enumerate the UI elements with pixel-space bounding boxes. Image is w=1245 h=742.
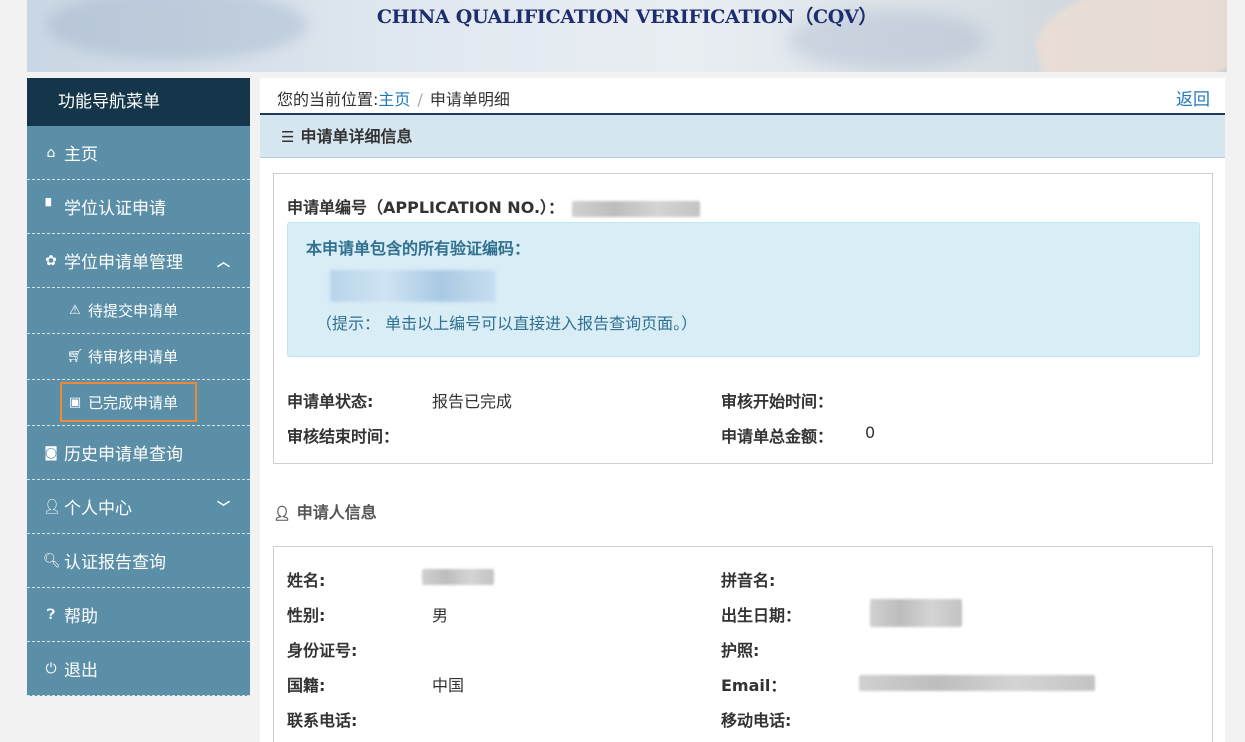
- power-icon: ⏻: [45, 660, 57, 677]
- active-highlight-box: [60, 382, 197, 422]
- name-redacted: [422, 569, 494, 585]
- phone-label: 联系电话:: [287, 711, 358, 730]
- sidebar-item-label: 认证报告查询: [64, 553, 166, 573]
- review-start-row: 审核开始时间：: [721, 388, 833, 412]
- sidebar-item-personal-center[interactable]: 👤︎ 个人中心 ﹀: [27, 480, 250, 534]
- sidebar-subitem-pending-submit[interactable]: ⚠ 待提交申请单: [27, 288, 250, 334]
- breadcrumb: 您的当前位置:主页 / 申请单明细: [260, 78, 1225, 115]
- gender-label: 性别:: [287, 606, 326, 625]
- total-amount-value: 0: [865, 423, 876, 442]
- file-icon: ▘: [45, 198, 57, 215]
- verification-codes-title: 本申请单包含的所有验证编码：: [306, 239, 531, 258]
- breadcrumb-current: 申请单明细: [429, 90, 510, 109]
- list-icon: ☰: [281, 128, 295, 146]
- sidebar-item-label: 学位申请单管理: [64, 253, 183, 273]
- sidebar-item-label: 学位认证申请: [64, 199, 166, 219]
- sidebar-item-report-query[interactable]: 🔍︎ 认证报告查询: [27, 534, 250, 588]
- cart-icon: 🛒︎: [66, 349, 84, 364]
- application-details-box: 申请单编号（APPLICATION NO.）： 本申请单包含的所有验证编码： （…: [273, 173, 1213, 464]
- breadcrumb-prefix: 您的当前位置:: [277, 90, 379, 109]
- user-icon: 👤︎: [43, 498, 61, 515]
- breadcrumb-home-link[interactable]: 主页: [378, 90, 410, 109]
- application-number-row: 申请单编号（APPLICATION NO.）：: [287, 194, 701, 218]
- status-value: 报告已完成: [432, 392, 513, 411]
- chevron-down-icon: ﹀: [216, 501, 230, 516]
- name-label: 姓名:: [287, 571, 326, 590]
- total-amount-row: 申请单总金额：: [721, 423, 833, 447]
- email-redacted: [859, 675, 1095, 691]
- sidebar-subitem-completed[interactable]: ▣ 已完成申请单: [27, 380, 250, 426]
- sidebar-item-label: 主页: [64, 145, 98, 165]
- review-end-row: 审核结束时间：: [287, 423, 399, 447]
- applicant-info-box: 姓名: 拼音名: 性别: 男 出生日期： 身份证号: 护照: 国籍: 中国 Em…: [273, 546, 1213, 742]
- sidebar-item-label: 退出: [64, 661, 98, 681]
- applicant-title-text: 申请人信息: [296, 503, 377, 522]
- verification-code-link-redacted[interactable]: [330, 270, 496, 302]
- birth-date-label: 出生日期：: [721, 606, 802, 625]
- search-icon: 🔍︎: [43, 552, 61, 569]
- application-number-redacted: [572, 200, 701, 217]
- application-number-label: 申请单编号（APPLICATION NO.）：: [287, 198, 565, 217]
- passport-label: 护照:: [721, 641, 760, 660]
- birth-date-redacted: [870, 599, 962, 627]
- sidebar-subitem-pending-review[interactable]: 🛒︎ 待审核申请单: [27, 334, 250, 380]
- banner-title: CHINA QUALIFICATION VERIFICATION（CQV）: [376, 6, 878, 28]
- mobile-label: 移动电话:: [721, 711, 792, 730]
- sidebar-item-label: 帮助: [64, 607, 98, 627]
- sidebar-subitem-label: 待审核申请单: [88, 348, 179, 366]
- gear-icon: ✿: [45, 252, 57, 269]
- pinyin-label: 拼音名:: [721, 571, 776, 590]
- applicant-section-title: 👤︎ 申请人信息: [273, 499, 377, 523]
- gender-value: 男: [432, 606, 449, 625]
- warning-icon: ⚠: [69, 303, 81, 318]
- sidebar: 功能导航菜单 ⌂ 主页 ▘ 学位认证申请 ✿ 学位申请单管理 ︿ ⚠ 待提交申请…: [27, 78, 250, 696]
- verification-codes-hint: （提示： 单击以上编号可以直接进入报告查询页面。）: [316, 314, 698, 333]
- id-number-label: 身份证号:: [287, 641, 358, 660]
- sidebar-item-degree-application[interactable]: ▘ 学位认证申请: [27, 180, 250, 234]
- review-end-label: 审核结束时间：: [287, 427, 400, 446]
- verification-codes-alert: 本申请单包含的所有验证编码： （提示： 单击以上编号可以直接进入报告查询页面。）: [287, 222, 1200, 357]
- sidebar-item-application-management[interactable]: ✿ 学位申请单管理 ︿: [27, 234, 250, 288]
- header-banner: CHINA QUALIFICATION VERIFICATION（CQV）: [27, 0, 1227, 72]
- sidebar-subitem-label: 待提交申请单: [88, 302, 179, 320]
- sidebar-header: 功能导航菜单: [27, 78, 250, 126]
- panel-heading: ☰ 申请单详细信息: [260, 115, 1225, 158]
- breadcrumb-separator: /: [417, 90, 423, 109]
- sidebar-item-history[interactable]: ◙ 历史申请单查询: [27, 426, 250, 480]
- review-start-label: 审核开始时间：: [721, 392, 834, 411]
- sidebar-item-help[interactable]: ❓︎ 帮助: [27, 588, 250, 642]
- camera-icon: ◙: [44, 444, 58, 461]
- nationality-value: 中国: [432, 676, 465, 695]
- question-icon: ❓︎: [46, 606, 56, 623]
- user-icon: 👤︎: [273, 506, 291, 522]
- sidebar-item-label: 个人中心: [64, 499, 132, 519]
- panel-title: 申请单详细信息: [300, 127, 413, 146]
- status-row: 申请单状态:: [287, 388, 373, 412]
- sidebar-item-logout[interactable]: ⏻ 退出: [27, 642, 250, 696]
- sidebar-item-label: 历史申请单查询: [64, 445, 183, 465]
- email-label: Email：: [721, 676, 787, 695]
- sidebar-item-home[interactable]: ⌂ 主页: [27, 126, 250, 180]
- chevron-up-icon: ︿: [216, 255, 230, 270]
- total-amount-label: 申请单总金额：: [721, 427, 834, 446]
- main-content: 您的当前位置:主页 / 申请单明细 返回 ☰ 申请单详细信息 申请单编号（APPLIC…: [260, 78, 1225, 742]
- status-label: 申请单状态:: [287, 392, 374, 411]
- home-icon: ⌂: [46, 144, 56, 161]
- nationality-label: 国籍:: [287, 676, 326, 695]
